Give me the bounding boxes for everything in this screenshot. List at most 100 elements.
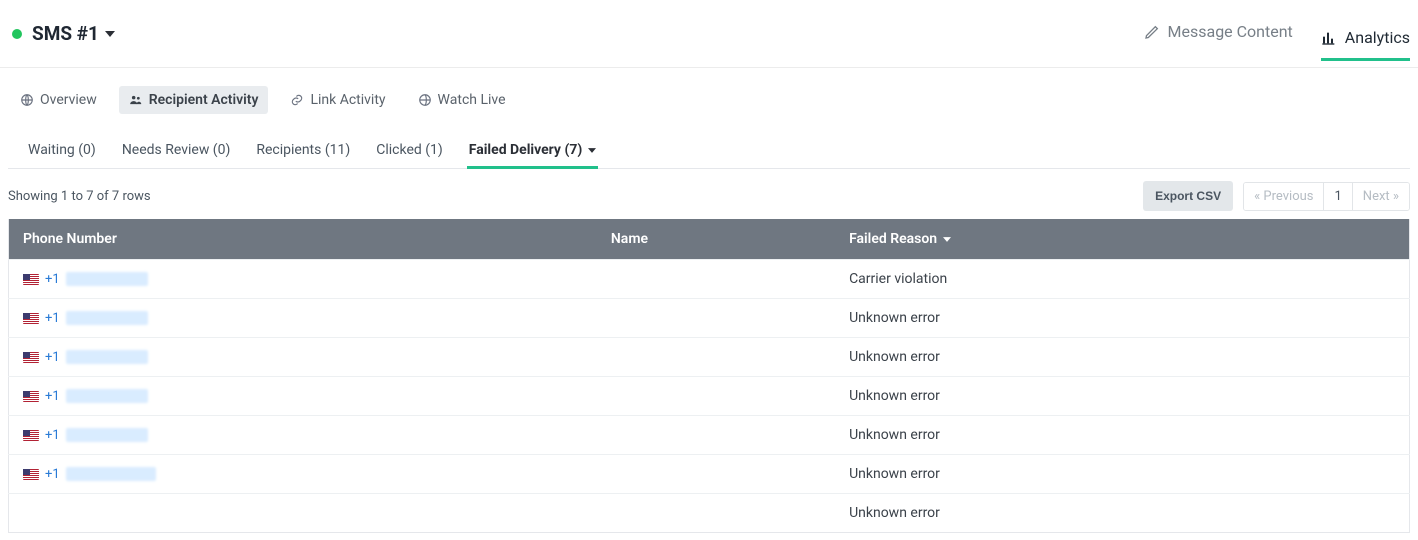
- col-reason-label: Failed Reason: [849, 231, 937, 247]
- redacted-number: [66, 350, 148, 364]
- tab-clicked[interactable]: Clicked (1): [374, 134, 445, 168]
- table-row: +1 Unknown error: [9, 338, 1410, 377]
- us-flag-icon: [23, 469, 39, 480]
- table-row: +1 Carrier violation: [9, 260, 1410, 299]
- subnav-watch-live[interactable]: Watch Live: [408, 86, 516, 114]
- us-flag-icon: [23, 430, 39, 441]
- analytics-label: Analytics: [1345, 28, 1410, 47]
- pager-next[interactable]: Next »: [1353, 183, 1409, 210]
- phone-cell[interactable]: +1: [9, 260, 597, 299]
- page-title: SMS #1: [32, 22, 115, 45]
- name-cell: [597, 260, 835, 299]
- title-text: SMS #1: [32, 22, 99, 45]
- subnav-watch-live-label: Watch Live: [438, 92, 506, 108]
- phone-cell[interactable]: [9, 494, 597, 533]
- us-flag-icon: [23, 313, 39, 324]
- us-flag-icon: [23, 391, 39, 402]
- country-code: +1: [45, 272, 60, 287]
- country-code: +1: [45, 467, 60, 482]
- pager-page-1[interactable]: 1: [1324, 183, 1352, 210]
- reason-cell: Unknown error: [835, 377, 1409, 416]
- country-code: +1: [45, 389, 60, 404]
- analytics-link[interactable]: Analytics: [1321, 20, 1410, 61]
- table-row: +1 Unknown error: [9, 416, 1410, 455]
- reason-cell: Unknown error: [835, 494, 1409, 533]
- tab-waiting[interactable]: Waiting (0): [26, 134, 98, 168]
- name-cell: [597, 494, 835, 533]
- bar-chart-icon: [1321, 30, 1337, 46]
- us-flag-icon: [23, 274, 39, 285]
- subnav-overview[interactable]: Overview: [10, 86, 107, 114]
- table-row: +1 Unknown error: [9, 455, 1410, 494]
- col-name[interactable]: Name: [597, 219, 835, 260]
- link-icon: [290, 93, 304, 107]
- redacted-number: [66, 389, 148, 403]
- pager-prev[interactable]: « Previous: [1244, 183, 1324, 210]
- reason-cell: Unknown error: [835, 338, 1409, 377]
- name-cell: [597, 338, 835, 377]
- tab-waiting-label: Waiting (0): [28, 142, 96, 158]
- subnav-link-activity-label: Link Activity: [310, 92, 385, 108]
- reason-cell: Carrier violation: [835, 260, 1409, 299]
- subnav-recipient-activity[interactable]: Recipient Activity: [119, 86, 269, 114]
- table-row: Unknown error: [9, 494, 1410, 533]
- showing-text: Showing 1 to 7 of 7 rows: [8, 189, 151, 204]
- col-phone-label: Phone Number: [23, 231, 117, 247]
- tab-needs-review[interactable]: Needs Review (0): [120, 134, 233, 168]
- tab-recipients-label: Recipients (11): [256, 142, 350, 158]
- col-phone[interactable]: Phone Number: [9, 219, 597, 260]
- name-cell: [597, 416, 835, 455]
- message-content-label: Message Content: [1168, 22, 1293, 41]
- reason-cell: Unknown error: [835, 299, 1409, 338]
- results-table: Phone Number Name Failed Reason +1 Carrie…: [8, 219, 1410, 533]
- phone-cell[interactable]: +1: [9, 455, 597, 494]
- col-name-label: Name: [611, 231, 648, 247]
- pencil-icon: [1144, 24, 1160, 40]
- topbar: SMS #1 Message Content Analytics: [0, 0, 1418, 68]
- reason-cell: Unknown error: [835, 416, 1409, 455]
- phone-cell[interactable]: +1: [9, 416, 597, 455]
- tabs: Waiting (0) Needs Review (0) Recipients …: [8, 126, 1410, 169]
- subnav-recipient-activity-label: Recipient Activity: [149, 92, 259, 108]
- phone-cell[interactable]: +1: [9, 338, 597, 377]
- status-dot-icon: [12, 29, 22, 39]
- redacted-number: [66, 272, 148, 286]
- subnav: Overview Recipient Activity Link Activit…: [0, 68, 1418, 126]
- reason-cell: Unknown error: [835, 455, 1409, 494]
- table-row: +1 Unknown error: [9, 377, 1410, 416]
- phone-cell[interactable]: +1: [9, 377, 597, 416]
- tab-needs-review-label: Needs Review (0): [122, 142, 231, 158]
- pager: « Previous 1 Next »: [1243, 182, 1410, 211]
- tab-failed-delivery[interactable]: Failed Delivery (7): [467, 134, 599, 169]
- name-cell: [597, 377, 835, 416]
- name-cell: [597, 455, 835, 494]
- message-content-link[interactable]: Message Content: [1144, 14, 1293, 53]
- toolbar: Showing 1 to 7 of 7 rows Export CSV « Pr…: [0, 169, 1418, 219]
- tab-recipients[interactable]: Recipients (11): [254, 134, 352, 168]
- tab-clicked-label: Clicked (1): [376, 142, 443, 158]
- subnav-link-activity[interactable]: Link Activity: [280, 86, 395, 114]
- table-row: +1 Unknown error: [9, 299, 1410, 338]
- globe-icon: [20, 93, 34, 107]
- country-code: +1: [45, 428, 60, 443]
- chevron-down-icon: [943, 237, 951, 242]
- redacted-number: [66, 311, 148, 325]
- export-csv-button[interactable]: Export CSV: [1143, 181, 1233, 211]
- caret-down-icon[interactable]: [105, 31, 115, 37]
- tab-failed-label: Failed Delivery (7): [469, 142, 583, 158]
- col-reason[interactable]: Failed Reason: [835, 219, 1409, 260]
- users-icon: [129, 93, 143, 107]
- phone-cell[interactable]: +1: [9, 299, 597, 338]
- country-code: +1: [45, 350, 60, 365]
- subnav-overview-label: Overview: [40, 92, 97, 108]
- globe-icon: [418, 93, 432, 107]
- us-flag-icon: [23, 352, 39, 363]
- country-code: +1: [45, 311, 60, 326]
- name-cell: [597, 299, 835, 338]
- caret-down-icon: [588, 148, 596, 153]
- toolbar-right: Export CSV « Previous 1 Next »: [1143, 181, 1410, 211]
- redacted-number: [66, 428, 148, 442]
- topbar-right: Message Content Analytics: [1144, 14, 1410, 53]
- redacted-number: [66, 467, 156, 481]
- title-wrap[interactable]: SMS #1: [12, 22, 115, 45]
